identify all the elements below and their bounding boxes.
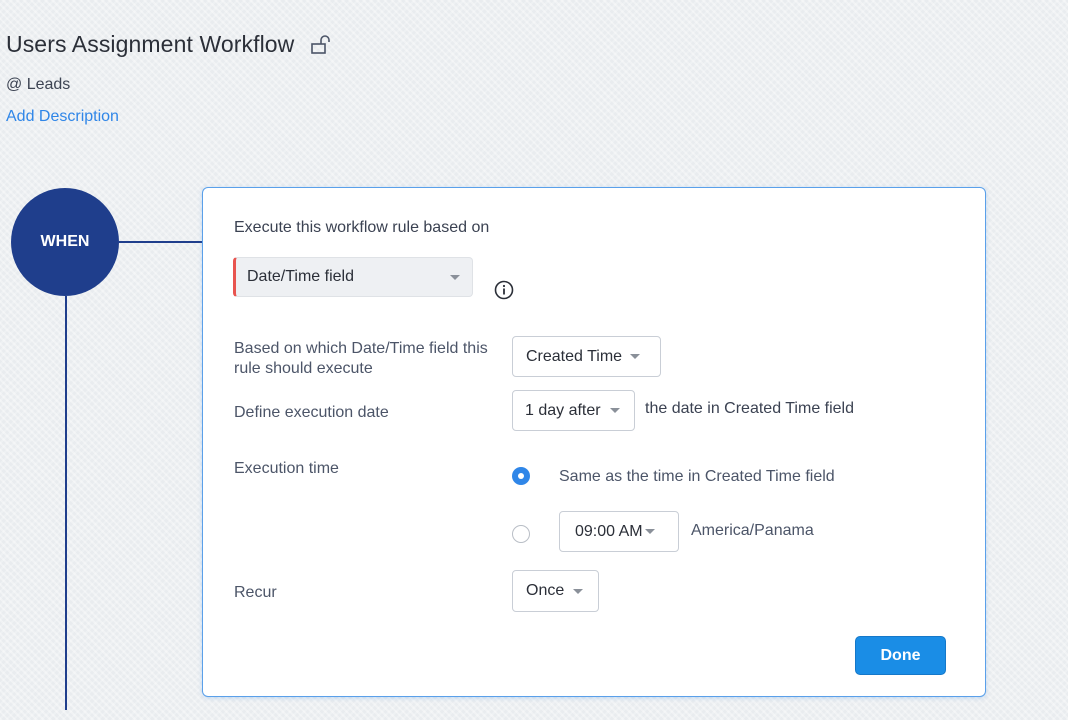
caret-down-icon bbox=[644, 529, 655, 534]
time-value: 09:00 AM bbox=[575, 522, 643, 540]
execution-date-value: 1 day after bbox=[525, 401, 601, 419]
execution-date-label: Define execution date bbox=[234, 404, 389, 421]
done-button[interactable]: Done bbox=[855, 636, 946, 675]
date-field-value: Created Time bbox=[526, 347, 623, 365]
caret-down-icon bbox=[609, 408, 620, 413]
timezone-label: America/Panama bbox=[691, 522, 814, 539]
rule-trigger-panel: Execute this workflow rule based on Date… bbox=[202, 187, 986, 697]
based-on-label: Based on which Date/Time field this rule… bbox=[234, 340, 488, 377]
module-label: @ Leads bbox=[6, 76, 71, 93]
time-select[interactable]: 09:00 AM bbox=[559, 511, 679, 552]
custom-time-radio[interactable] bbox=[512, 525, 530, 543]
when-node: WHEN bbox=[11, 188, 119, 296]
caret-down-icon bbox=[573, 588, 584, 594]
timeline-line bbox=[65, 296, 67, 710]
add-description-link[interactable]: Add Description bbox=[6, 108, 119, 126]
execution-date-select[interactable]: 1 day after bbox=[512, 390, 635, 431]
page-title: Users Assignment Workflow bbox=[6, 31, 295, 57]
unlock-icon[interactable] bbox=[310, 34, 332, 56]
recur-select[interactable]: Once bbox=[512, 570, 599, 612]
info-icon[interactable] bbox=[493, 279, 515, 301]
same-time-label: Same as the time in Created Time field bbox=[559, 468, 835, 485]
workflow-header: Users Assignment Workflow bbox=[6, 31, 332, 58]
connector-line bbox=[119, 241, 203, 243]
panel-heading: Execute this workflow rule based on bbox=[234, 219, 490, 236]
execution-time-label: Execution time bbox=[234, 460, 339, 477]
caret-down-icon bbox=[450, 275, 460, 280]
trigger-type-select[interactable]: Date/Time field bbox=[233, 257, 473, 297]
same-time-radio[interactable] bbox=[512, 467, 530, 485]
execution-date-suffix: the date in Created Time field bbox=[645, 400, 855, 417]
caret-down-icon bbox=[630, 354, 641, 359]
date-field-select[interactable]: Created Time bbox=[512, 336, 661, 377]
recur-value: Once bbox=[526, 582, 565, 599]
recur-label: Recur bbox=[234, 584, 277, 601]
trigger-type-value: Date/Time field bbox=[247, 268, 354, 285]
